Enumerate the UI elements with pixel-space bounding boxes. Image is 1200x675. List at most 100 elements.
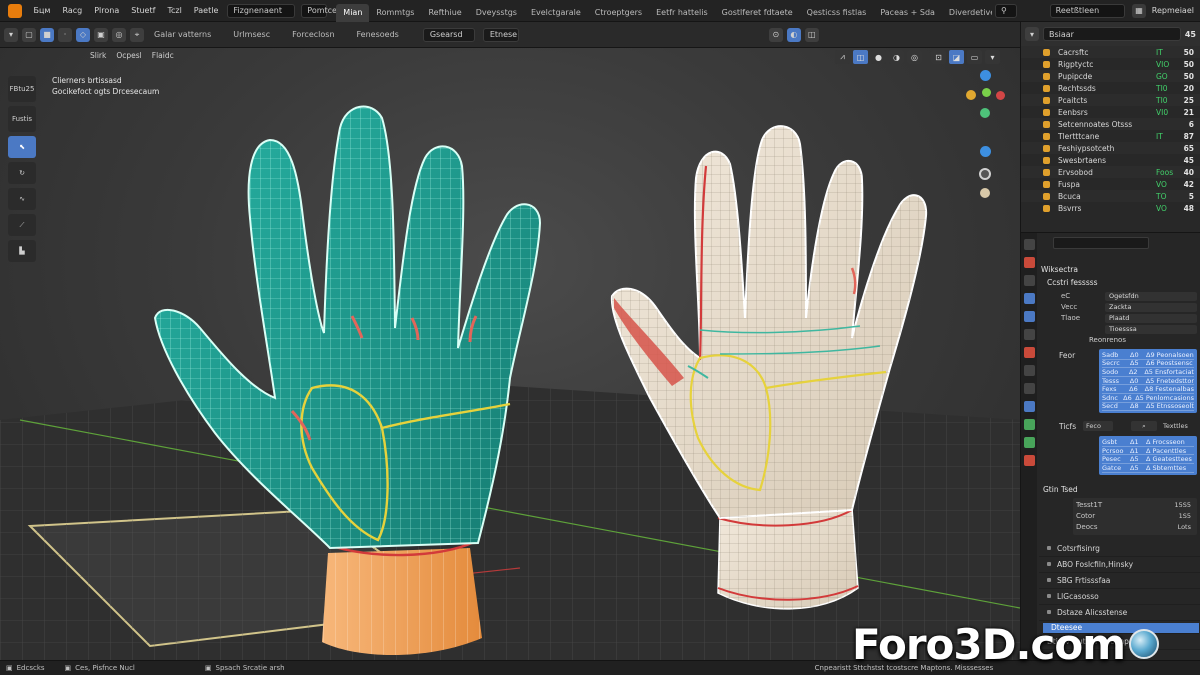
constraint-tab-icon[interactable] — [1023, 365, 1035, 376]
3d-viewport[interactable]: FBtu25 Fustis ⬉ ↻ ∿ ⟋ ▙ Clierners brtiss… — [0, 48, 1020, 660]
workspace-tab[interactable]: Rommtgs — [369, 4, 421, 22]
pivot-icon[interactable]: ◎ — [112, 27, 126, 42]
select-tool-icon[interactable]: ⬉ — [8, 136, 36, 158]
list-row[interactable]: Secrc Δ5 Δ6 Peostsensc — [1102, 360, 1194, 369]
editor-type-icon[interactable]: ▾ — [4, 27, 18, 42]
outliner-row[interactable]: Swesbrtaens 45 — [1021, 154, 1200, 166]
mini-row[interactable]: Deocs Lots — [1076, 522, 1194, 532]
filter-icon[interactable]: ▾ — [1025, 27, 1039, 41]
select-box-icon[interactable]: ▢ — [22, 27, 36, 42]
edge-mode-icon[interactable]: ◇ — [76, 27, 90, 42]
snap-icon[interactable]: ⌖ — [130, 27, 144, 42]
header-label[interactable]: Forceclosn — [292, 30, 334, 39]
workspace-tab[interactable]: Dveysstgs — [469, 4, 524, 22]
material-shading-icon[interactable]: ◑ — [889, 50, 904, 64]
solid-shading-icon[interactable]: ● — [871, 50, 886, 64]
property-value[interactable]: Zackta — [1105, 302, 1197, 312]
file-field[interactable]: Fizgnenaent — [227, 3, 296, 18]
xray-toggle-icon[interactable]: ◪ — [949, 50, 964, 64]
zoom-icon[interactable] — [980, 188, 990, 198]
property-row[interactable]: Tlaoe Plaatd — [1061, 313, 1200, 323]
list-row[interactable]: Secd Δ8 Δ5 Etnssoseolt — [1102, 403, 1194, 412]
mini-row[interactable]: Cotor 1S5 — [1076, 511, 1194, 521]
menu-item[interactable]: Stuetf — [125, 6, 161, 15]
outliner-row[interactable]: Ervsobod Foos 40 — [1021, 166, 1200, 178]
property-row[interactable]: Vecc Zackta — [1061, 302, 1200, 312]
modifier-tab-icon[interactable] — [1023, 293, 1035, 304]
scene-field[interactable]: Pomtce — [301, 3, 337, 18]
app-logo-icon[interactable] — [8, 3, 22, 18]
gizmo-y-neg[interactable] — [980, 108, 990, 118]
group-b-list[interactable]: Gsbt Δ1 Δ Frocsseon Pcrsoo Δ1 Δ Pacenttles Pes… — [1099, 436, 1197, 475]
wireframe-shading-icon[interactable]: ◫ — [853, 50, 868, 64]
tool-tab-icon[interactable] — [1023, 239, 1035, 250]
scene-tab-icon[interactable] — [1023, 311, 1035, 322]
outliner-row[interactable]: Pcaitcts TI0 25 — [1021, 94, 1200, 106]
world-tab-icon[interactable] — [1023, 329, 1035, 340]
mini-row[interactable]: Tesst1T 15S5 — [1076, 500, 1194, 510]
group-b-field[interactable]: Feco — [1083, 421, 1113, 432]
gizmo-x-neg[interactable] — [996, 91, 1005, 100]
properties-search-input[interactable] — [1053, 237, 1149, 249]
outliner-row[interactable]: Bsvrrs VO 48 — [1021, 202, 1200, 214]
measure-icon[interactable]: ⩘ — [835, 50, 850, 64]
tool-button[interactable]: Fustis — [8, 106, 36, 132]
menu-item[interactable]: Tczl — [161, 6, 187, 15]
outliner-row[interactable]: Tlertttcane IT 87 — [1021, 130, 1200, 142]
workspace-tab[interactable]: Diverdetive — [942, 4, 992, 22]
gizmo-z-axis[interactable] — [980, 70, 991, 81]
tool-button[interactable]: FBtu25 — [8, 76, 36, 102]
header-dropdown[interactable]: Gsearsd — [422, 27, 475, 42]
header-label[interactable]: Urlmsesc — [233, 30, 270, 39]
list-row[interactable]: Sadb Δ0 Δ9 Peonalsoen — [1102, 351, 1194, 360]
workspace-tab[interactable]: Ctroeptgers — [588, 4, 649, 22]
workspace-tab[interactable]: Paceas + Sda — [873, 4, 942, 22]
render-layer-field[interactable]: Reetßtleen — [1049, 3, 1126, 18]
sub-tool[interactable]: Slirk — [90, 51, 106, 60]
outliner-row[interactable]: Feshiypsotceth 65 — [1021, 142, 1200, 154]
list-item[interactable]: Cotsrfisinrg — [1039, 541, 1200, 557]
list-row[interactable]: Fexs Δ6 Δ8 Festenalbas — [1102, 385, 1194, 394]
header-label[interactable]: Galar vatterns — [154, 30, 211, 39]
workspace-tab[interactable]: Gostlferet fdtaete — [715, 4, 800, 22]
particles-tab-icon[interactable] — [1023, 437, 1035, 448]
header-dropdown[interactable]: Etnese — [482, 27, 519, 42]
outliner-row[interactable]: Bcuca TO 5 — [1021, 190, 1200, 202]
outliner-row[interactable]: Eenbsrs VI0 21 — [1021, 106, 1200, 118]
sub-tool[interactable]: Flaidc — [152, 51, 174, 60]
xray-icon[interactable]: ◫ — [804, 27, 819, 42]
render-shading-icon[interactable]: ◎ — [907, 50, 922, 64]
gizmo-y-axis[interactable] — [982, 88, 991, 97]
select-mode-icon[interactable]: ■ — [40, 27, 54, 42]
list-item[interactable]: LlGcasosso — [1039, 589, 1200, 605]
workspace-tab[interactable]: Evelctgarale — [524, 4, 588, 22]
list-row[interactable]: Pesec Δ5 Δ Geatesttees — [1102, 455, 1194, 464]
menu-item[interactable]: Бцм — [28, 6, 57, 15]
workspace-tab[interactable]: Qesticss fistlas — [800, 4, 874, 22]
outliner-row[interactable]: Cacrsftc IT 50 — [1021, 46, 1200, 58]
camera-view-icon[interactable]: ▭ — [967, 50, 982, 64]
list-item[interactable]: ABO Foslcfiln,Hinsky — [1039, 557, 1200, 573]
pan-icon[interactable] — [979, 168, 991, 180]
sub-tool[interactable]: Ocpesl — [116, 51, 141, 60]
output-tab-icon[interactable] — [1023, 275, 1035, 286]
curve-tool-icon[interactable]: ∿ — [8, 188, 36, 210]
navigation-gizmo[interactable] — [966, 70, 1006, 200]
face-mode-icon[interactable]: ▣ — [94, 27, 108, 42]
proportional-edit-icon[interactable]: ⊙ — [768, 27, 783, 42]
list-row[interactable]: Sdnc Δ6 Δ5 Penlomcasions — [1102, 394, 1194, 403]
section-title[interactable]: Wiksectra — [1039, 261, 1200, 278]
list-row[interactable]: Gatce Δ5 Δ Sbtemttes — [1102, 464, 1194, 473]
search-icon[interactable]: ⚲ — [995, 3, 1017, 18]
group-b-toggle-icon[interactable]: ⌕ — [1131, 421, 1157, 432]
camera-icon[interactable] — [980, 146, 991, 157]
outliner-row[interactable]: Pupipcde GO 50 — [1021, 70, 1200, 82]
menu-item[interactable]: Paetle — [188, 6, 225, 15]
list-row[interactable]: Gsbt Δ1 Δ Frocsseon — [1102, 438, 1194, 447]
list-row[interactable]: Sodo Δ2 Δ5 Ensfortaciat — [1102, 368, 1194, 377]
property-row[interactable]: eC Ogetsfdn — [1061, 291, 1200, 301]
property-value[interactable]: Tioesssa — [1105, 324, 1197, 334]
physics-tab-icon[interactable] — [1023, 455, 1035, 466]
list-row[interactable]: Tesss Δ0 Δ5 Fnetedsttor — [1102, 377, 1194, 386]
list-item[interactable]: SBG Frtisssfaa — [1039, 573, 1200, 589]
